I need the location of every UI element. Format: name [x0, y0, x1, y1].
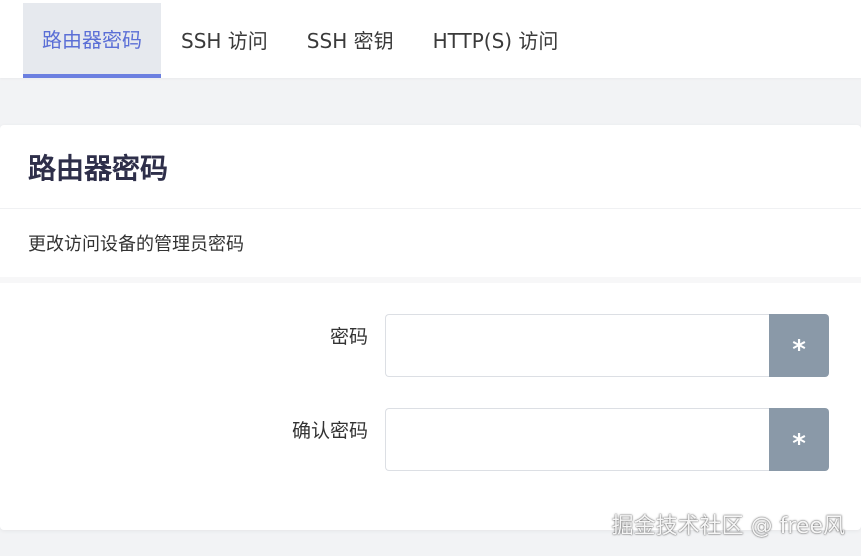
confirm-password-row: 确认密码 * — [0, 408, 861, 472]
section-title: 路由器密码 — [0, 125, 861, 209]
tab-ssh-access[interactable]: SSH 访问 — [162, 3, 287, 78]
password-row: 密码 * — [0, 314, 861, 378]
tab-router-password[interactable]: 路由器密码 — [23, 3, 161, 78]
confirm-password-reveal-button[interactable]: * — [769, 408, 829, 471]
confirm-password-label: 确认密码 — [291, 419, 368, 442]
tab-https-access[interactable]: HTTP(S) 访问 — [414, 3, 578, 78]
password-label: 密码 — [329, 325, 368, 348]
section-description: 更改访问设备的管理员密码 — [0, 209, 861, 283]
asterisk-icon: * — [792, 334, 806, 365]
router-password-card: 路由器密码 更改访问设备的管理员密码 密码 * 确认密码 * — [0, 125, 861, 530]
confirm-password-input[interactable] — [385, 408, 769, 471]
tab-bar: 路由器密码 SSH 访问 SSH 密钥 HTTP(S) 访问 — [0, 0, 861, 78]
asterisk-icon: * — [792, 428, 806, 459]
password-reveal-button[interactable]: * — [769, 314, 829, 377]
watermark: 掘金技术社区 @ free风 — [611, 514, 845, 539]
confirm-password-input-group: * — [385, 408, 829, 471]
password-input-group: * — [385, 314, 829, 377]
password-input[interactable] — [385, 314, 769, 377]
tab-ssh-keys[interactable]: SSH 密钥 — [288, 3, 413, 78]
